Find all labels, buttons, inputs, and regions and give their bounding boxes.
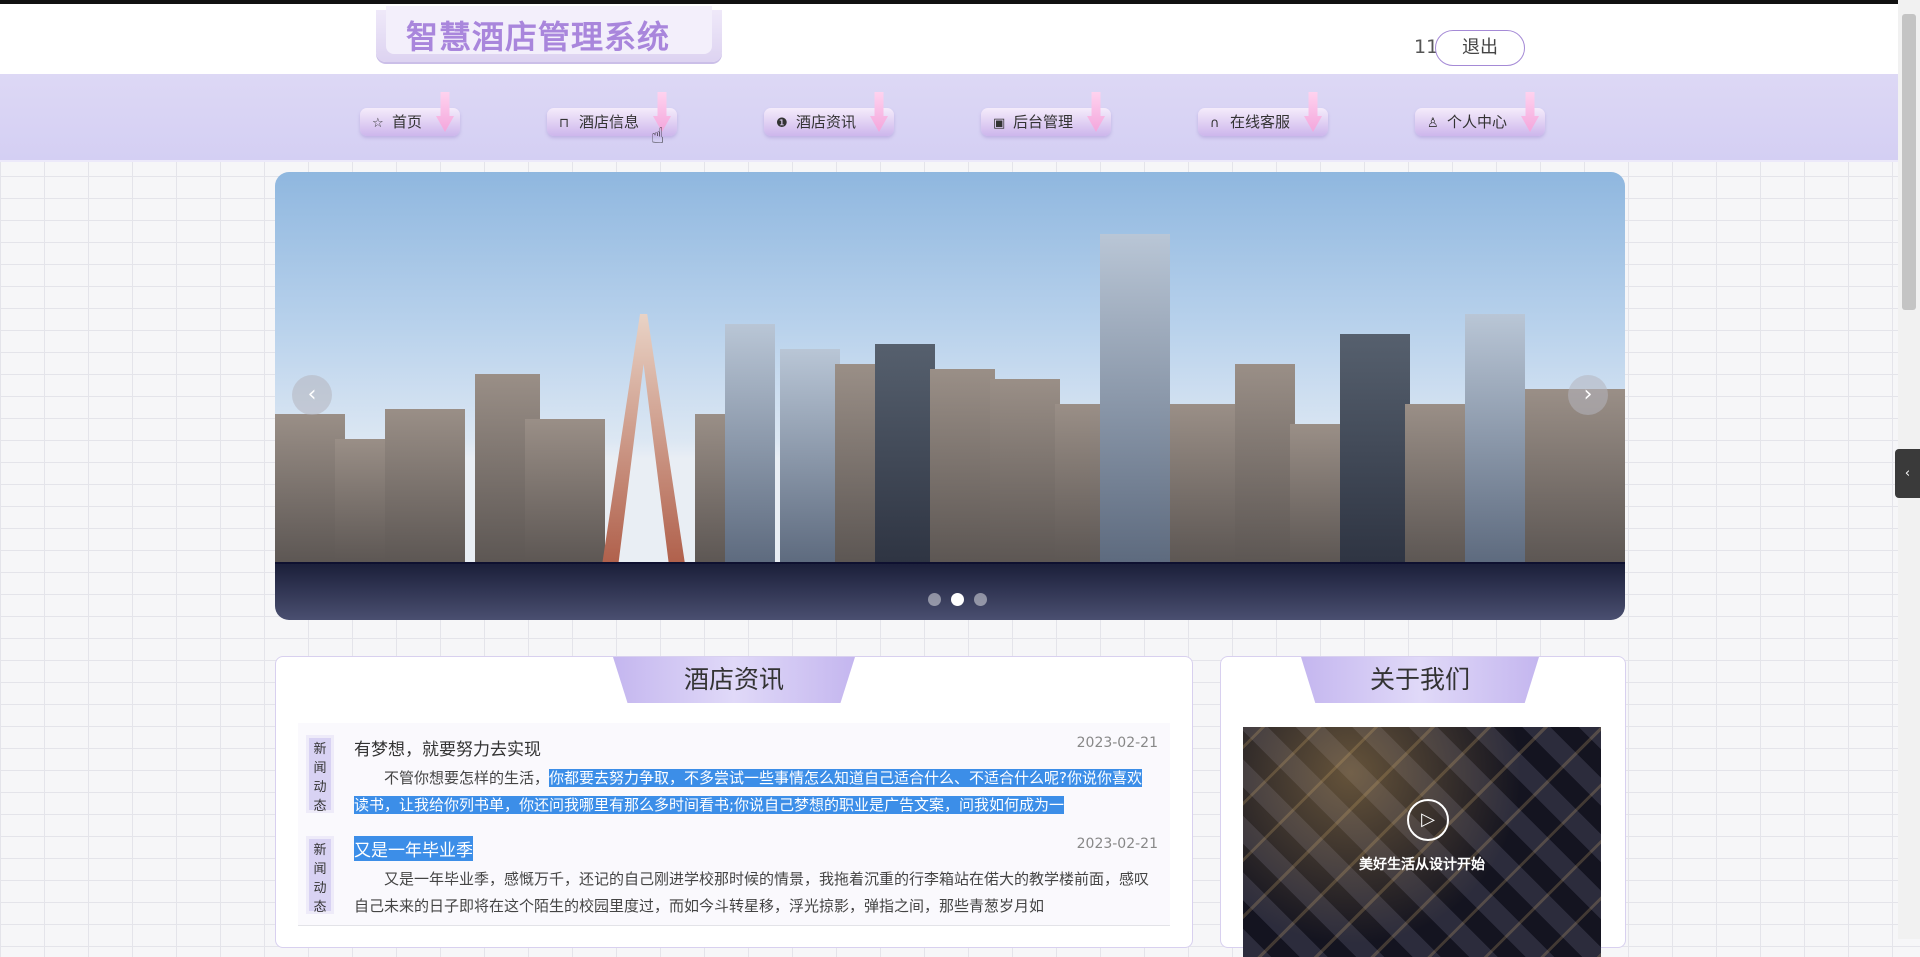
bridge-pylon: [602, 314, 685, 564]
bag-icon: ⊓: [559, 116, 570, 131]
skyline-building: [525, 419, 605, 564]
news-excerpt-plain: 又是一年毕业季，感慨万千，还记的自己刚进学校那时候的情景，我拖着沉重的行李箱站在…: [354, 870, 1150, 915]
nav-ribbon-icon: [1304, 92, 1323, 132]
news-date: 2023-02-21: [1076, 836, 1158, 852]
star-icon: ☆: [372, 116, 384, 131]
skyline-building: [990, 379, 1060, 564]
about-panel-title: 关于我们: [1301, 657, 1539, 703]
carousel-next-button[interactable]: ›: [1568, 375, 1608, 415]
about-panel: 关于我们 ▷ 美好生活从设计开始: [1220, 656, 1626, 957]
scrollbar-thumb[interactable]: [1902, 14, 1916, 310]
carousel-indicators: [923, 591, 992, 610]
logo: 智慧酒店管理系统: [376, 6, 722, 62]
carousel-dot[interactable]: [974, 593, 987, 606]
nav-admin[interactable]: ▣ 后台管理: [981, 92, 1112, 136]
skyline-building: [725, 324, 775, 564]
skyline-building: [930, 369, 995, 564]
nav-ribbon-icon: [1087, 92, 1106, 132]
nav-home[interactable]: ☆ 首页: [360, 92, 461, 136]
about-video-thumbnail[interactable]: ▷ 美好生活从设计开始: [1243, 727, 1601, 957]
skyline-building: [1170, 404, 1240, 564]
news-title[interactable]: 有梦想，就要努力去实现: [354, 735, 541, 760]
skyline-building: [1405, 404, 1465, 564]
nav-ribbon-icon: [436, 92, 455, 132]
skyline-building: [385, 409, 465, 564]
news-panel: 酒店资讯 新闻动态 有梦想，就要努力去实现 2023-02-21 不管你想要怎样…: [275, 656, 1193, 948]
about-caption: 美好生活从设计开始: [1359, 857, 1485, 873]
skyline-building: [835, 364, 880, 564]
news-list-item[interactable]: 新闻动态 有梦想，就要努力去实现 2023-02-21 不管你想要怎样的生活，你…: [298, 723, 1170, 825]
skyline-building: [1235, 364, 1295, 564]
carousel-dot-active[interactable]: [951, 593, 964, 606]
nav-ribbon-icon: [870, 92, 889, 132]
header: 智慧酒店管理系统 11 退出: [0, 4, 1898, 74]
carousel-prev-button[interactable]: ‹: [292, 375, 332, 415]
nav-label: 个人中心: [1447, 113, 1508, 131]
news-excerpt: 又是一年毕业季，感慨万千，还记的自己刚进学校那时候的情景，我拖着沉重的行李箱站在…: [354, 866, 1152, 920]
nav-label: 首页: [392, 113, 423, 131]
box-icon: ▣: [993, 116, 1006, 131]
nav-label: 酒店信息: [579, 113, 640, 131]
skyline-building: [780, 349, 840, 564]
skyline-building: [1465, 314, 1525, 564]
side-collapse-tab[interactable]: ‹: [1895, 449, 1920, 498]
news-tag: 新闻动态: [306, 735, 334, 814]
news-date: 2023-02-21: [1076, 735, 1158, 751]
skyline-building: [1290, 424, 1340, 564]
skyline-building: [1100, 234, 1170, 564]
info-icon: ❶: [776, 116, 788, 131]
nav-hotel-news[interactable]: ❶ 酒店资讯: [764, 92, 895, 136]
news-tag: 新闻动态: [306, 836, 334, 915]
play-icon[interactable]: ▷: [1407, 799, 1449, 841]
mouse-cursor-icon: ☝: [651, 124, 665, 149]
nav-ribbon-icon: [1521, 92, 1540, 132]
news-excerpt-plain: 不管你想要怎样的生活，: [384, 769, 550, 787]
skyline-building: [1340, 334, 1410, 564]
nav-label: 在线客服: [1230, 113, 1291, 131]
skyline-building: [1525, 389, 1625, 564]
nav-personal-center[interactable]: ♙ 个人中心: [1415, 92, 1546, 136]
news-list-item[interactable]: 新闻动态 又是一年毕业季 2023-02-21 又是一年毕业季，感慨万千，还记的…: [298, 824, 1170, 926]
skyline-building: [875, 344, 935, 564]
site-title: 智慧酒店管理系统: [406, 18, 671, 56]
carousel-dot[interactable]: [928, 593, 941, 606]
news-title[interactable]: 又是一年毕业季: [354, 836, 473, 861]
logout-button[interactable]: 退出: [1435, 30, 1525, 66]
nav-label: 酒店资讯: [796, 113, 857, 131]
news-panel-title: 酒店资讯: [613, 657, 855, 703]
news-excerpt: 不管你想要怎样的生活，你都要去努力争取，不多尝试一些事情怎么知道自己适合什么、不…: [354, 765, 1152, 819]
headset-icon: ∩: [1210, 116, 1220, 131]
nav-label: 后台管理: [1013, 113, 1074, 131]
banner-carousel[interactable]: ‹ ›: [275, 172, 1625, 620]
nav-online-service[interactable]: ∩ 在线客服: [1198, 92, 1329, 136]
main-navigation: ☆ 首页 ⊓ 酒店信息 ❶ 酒店资讯 ▣ 后台管理 ∩ 在线客服 ♙ 个人中心: [0, 74, 1898, 162]
user-icon: ♙: [1427, 116, 1439, 131]
